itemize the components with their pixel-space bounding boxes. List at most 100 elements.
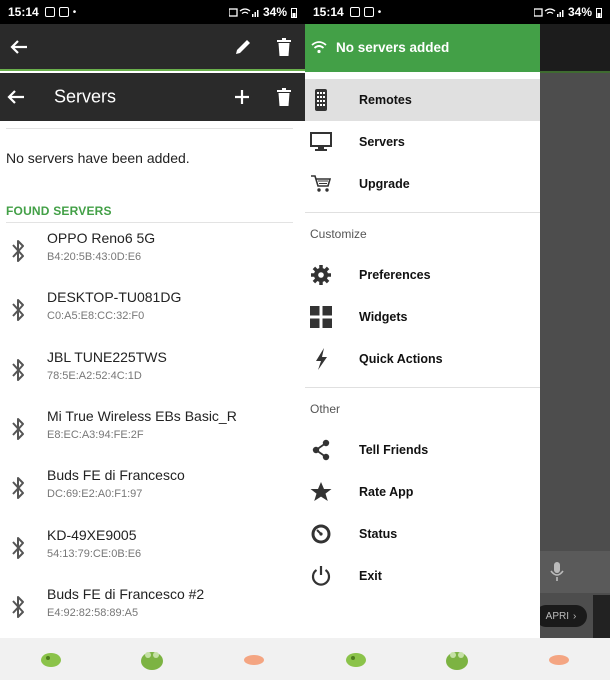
bluetooth-icon: [9, 475, 27, 501]
ad-character-icon: [139, 648, 165, 670]
notification-icon: [44, 7, 55, 17]
drawer-item-rate-app[interactable]: Rate App: [305, 471, 540, 513]
battery-icon: [596, 7, 602, 18]
pencil-icon: [236, 39, 250, 54]
drawer-item-status[interactable]: Status: [305, 513, 540, 555]
delete-button[interactable]: [271, 34, 297, 60]
back-button[interactable]: [3, 84, 29, 110]
dimmed-panel: [593, 595, 610, 638]
ad-banner[interactable]: [0, 638, 305, 680]
signal-icons: [228, 7, 259, 17]
dot-icon: •: [72, 6, 77, 18]
servers-screen: 15:14 • 34% Servers No servers have been…: [0, 0, 305, 680]
navigation-drawer: No servers added Remotes Servers Upgrade Cu…: [305, 24, 540, 638]
status-right: 34%: [228, 5, 297, 19]
arrow-left-icon: [7, 90, 24, 104]
device-name: OPPO Reno6 5G: [47, 230, 156, 246]
ad-character-icon: [343, 648, 369, 670]
device-name: Mi True Wireless EBs Basic_R: [47, 407, 237, 424]
dimmed-appbar: [540, 24, 610, 71]
monitor-icon: [310, 131, 332, 153]
notification-icons: •: [44, 6, 77, 18]
device-mac: E8:EC:A3:94:FE:2F: [47, 428, 144, 441]
remote-icon: [310, 89, 332, 111]
device-name: KD-49XE9005: [47, 526, 137, 543]
drawer-item-label: Widgets: [359, 310, 408, 324]
drawer-item-exit[interactable]: Exit: [305, 555, 540, 597]
star-icon: [310, 481, 332, 503]
list-item[interactable]: DESKTOP-TU081DG C0:A5:E8:CC:32:F0: [0, 281, 305, 339]
drawer-item-label: Status: [359, 527, 398, 541]
bluetooth-icon: [9, 594, 27, 620]
drawer-header: No servers added: [305, 24, 540, 72]
drawer-screen: 15:14 • 34% APRI › No servers added Remo…: [305, 0, 610, 680]
drawer-item-label: Servers: [359, 135, 405, 149]
drawer-title: No servers added: [336, 40, 450, 55]
arrow-left-icon: [10, 39, 27, 54]
notification-icon: [349, 7, 360, 17]
list-item[interactable]: OPPO Reno6 5G B4:20:5B:43:0D:E6: [0, 222, 305, 280]
list-item[interactable]: Mi True Wireless EBs Basic_R E8:EC:A3:94:…: [0, 400, 305, 458]
add-server-button[interactable]: [229, 84, 255, 110]
notification-icon: [363, 7, 374, 17]
divider: [305, 387, 540, 388]
bluetooth-icon: [9, 416, 27, 442]
device-name: Buds FE di Francesco #2: [47, 585, 205, 602]
edit-appbar: [0, 24, 305, 71]
list-item[interactable]: Buds FE di Francesco DC:69:E2:A0:F1:97: [0, 459, 305, 517]
signal-icons: [533, 7, 564, 17]
ad-banner[interactable]: [305, 638, 610, 680]
drawer-item-servers[interactable]: Servers: [305, 121, 540, 163]
status-time: 15:14: [313, 5, 344, 19]
battery-percent: 34%: [567, 5, 592, 19]
edit-button[interactable]: [230, 34, 256, 60]
drawer-item-label: Tell Friends: [359, 443, 429, 457]
device-mac: DC:69:E2:A0:F1:97: [47, 488, 143, 501]
drawer-item-label: Exit: [359, 569, 382, 583]
list-item[interactable]: KD-49XE9005 54:13:79:CE:0B:E6: [0, 519, 305, 577]
drawer-item-preferences[interactable]: Preferences: [305, 254, 540, 296]
status-time: 15:14: [8, 5, 39, 19]
ad-open-button[interactable]: APRI ›: [535, 605, 587, 627]
drawer-item-remotes[interactable]: Remotes: [305, 79, 540, 121]
section-header-customize: Customize: [310, 227, 367, 241]
back-button[interactable]: [6, 34, 32, 60]
dimmed-divider: [540, 71, 610, 73]
device-name: JBL TUNE225TWS: [47, 348, 167, 365]
list-item[interactable]: JBL TUNE225TWS 78:5E:A2:52:4C:1D: [0, 341, 305, 399]
divider: [305, 212, 540, 213]
divider: [6, 128, 293, 129]
plus-icon: [235, 90, 249, 104]
notification-icons: •: [349, 6, 382, 18]
device-mac: B4:20:5B:43:0D:E6: [47, 251, 142, 263]
device-mac: C0:A5:E8:CC:32:F0: [47, 310, 145, 323]
device-name: DESKTOP-TU081DG: [47, 289, 182, 306]
device-mac: E4:92:82:58:89:A5: [47, 606, 139, 619]
status-bar: 15:14 • 34%: [305, 0, 610, 24]
dot-icon: •: [377, 6, 382, 18]
drawer-item-upgrade[interactable]: Upgrade: [305, 163, 540, 205]
delete-button[interactable]: [271, 84, 297, 110]
status-right: 34%: [533, 5, 602, 19]
drawer-item-widgets[interactable]: Widgets: [305, 296, 540, 338]
status-bar: 15:14 • 34%: [0, 0, 305, 24]
trash-icon: [277, 88, 291, 106]
notification-icon: [58, 7, 69, 17]
cart-icon: [310, 173, 332, 195]
wifi-icon: [311, 41, 327, 54]
device-name: Buds FE di Francesco: [47, 467, 185, 484]
drawer-item-label: Upgrade: [359, 177, 410, 191]
list-item[interactable]: Buds FE di Francesco #2 E4:92:82:58:89:A5: [0, 578, 305, 636]
ad-character-icon: [546, 648, 572, 670]
trash-icon: [277, 37, 291, 56]
bluetooth-icon: [9, 357, 27, 383]
drawer-item-tell-friends[interactable]: Tell Friends: [305, 429, 540, 471]
drawer-item-label: Preferences: [359, 268, 431, 282]
ad-open-label: APRI: [545, 610, 569, 622]
bluetooth-icon: [9, 535, 27, 561]
page-title: Servers: [54, 86, 117, 107]
share-icon: [310, 439, 332, 461]
ad-character-icon: [444, 648, 470, 670]
device-mac: 78:5E:A2:52:4C:1D: [47, 369, 142, 382]
drawer-item-quick-actions[interactable]: Quick Actions: [305, 338, 540, 380]
